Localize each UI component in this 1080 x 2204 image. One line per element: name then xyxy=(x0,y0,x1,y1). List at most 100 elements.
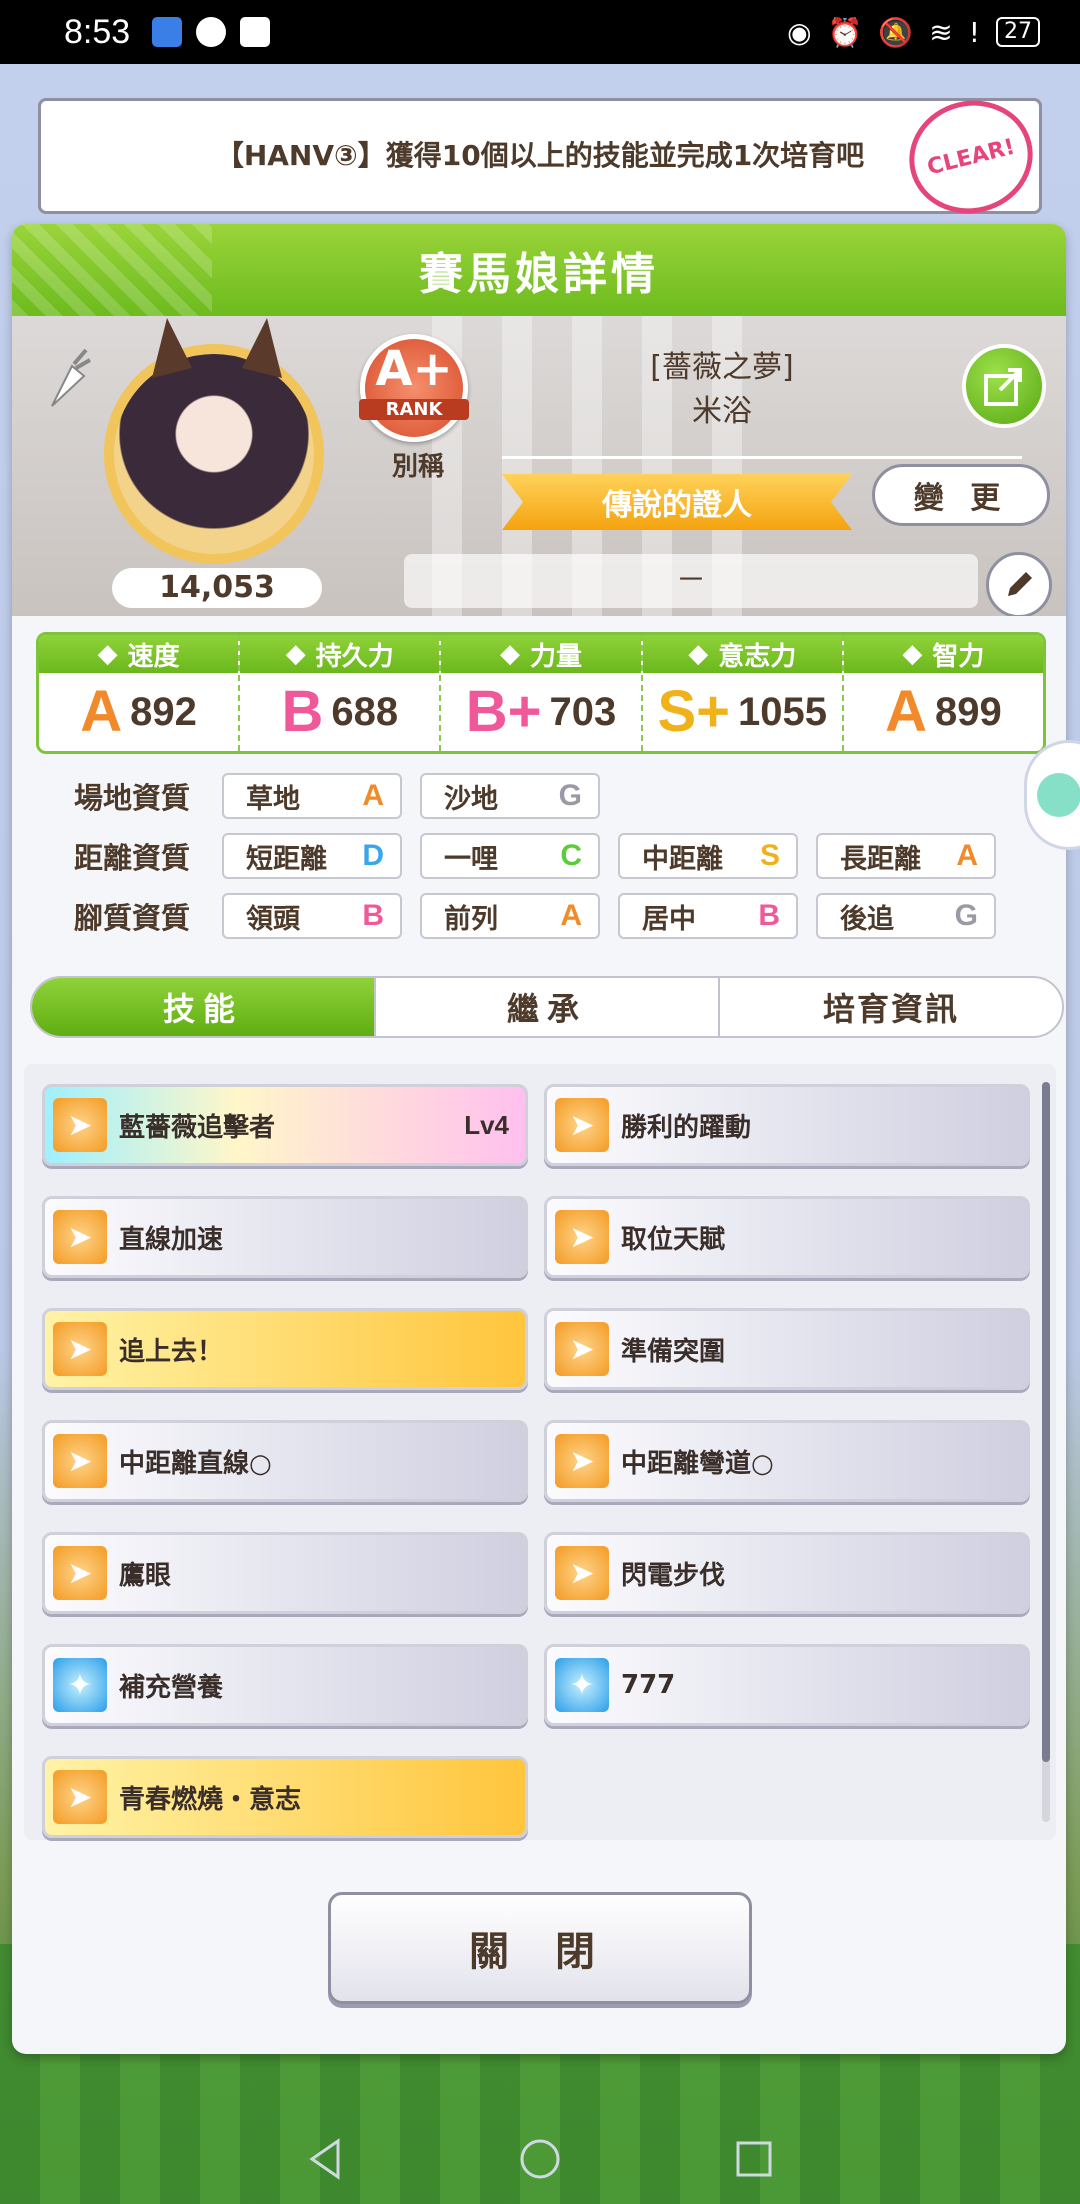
skill-name: 中距離直線○ xyxy=(119,1448,272,1479)
chat-icon xyxy=(1037,773,1080,817)
clear-stamp-icon: CLEAR! xyxy=(897,87,1045,227)
skill-name: 補充營養 xyxy=(119,1672,224,1703)
rank-grade: A+ xyxy=(375,341,453,397)
aptitude-grade: A xyxy=(362,779,384,812)
aptitude-name: 前列 xyxy=(444,903,498,935)
aptitude-chip: 長距離 A xyxy=(816,833,996,879)
stat-name: 力量 xyxy=(530,641,583,672)
stat-body: A 899 xyxy=(844,673,1043,751)
skill-icon: ➤ xyxy=(555,1098,609,1152)
aptitude-name: 長距離 xyxy=(840,843,921,875)
skill-icon: ➤ xyxy=(555,1210,609,1264)
skill-name: 勝利的躍動 xyxy=(621,1112,752,1143)
stat-0: ◆ 速度 A 892 xyxy=(39,635,241,751)
edit-comment-button[interactable] xyxy=(986,552,1052,616)
skill-card[interactable]: ➤ 青春燃燒・意志 xyxy=(42,1756,528,1838)
aptitude-distance-row: 距離資質 短距離 D 一哩 C 中距離 S 長距離 A xyxy=(42,832,1014,880)
share-icon xyxy=(984,368,1022,406)
close-button[interactable]: 關 閉 xyxy=(328,1892,752,2004)
aptitude-grade: A xyxy=(956,839,978,872)
skill-icon: ➤ xyxy=(555,1546,609,1600)
character-name: 米浴 xyxy=(692,394,752,429)
stat-body: A 892 xyxy=(39,673,238,751)
wechat-icon xyxy=(196,17,227,47)
skill-name: 中距離彎道○ xyxy=(621,1448,774,1479)
aptitude-chip: 後追 G xyxy=(816,893,996,939)
stat-grade: S+ xyxy=(657,679,730,744)
character-title: [薔薇之夢] 米浴 xyxy=(572,346,872,434)
umamusume-detail-panel: 賽馬娘詳情 14,053 A+ RANK 別稱 [薔薇之夢] 米浴 傳說的證人 … xyxy=(12,224,1066,2054)
carrot-icon xyxy=(51,348,91,407)
aptitude-grade: B xyxy=(362,899,384,932)
skill-name: 追上去！ xyxy=(119,1336,224,1367)
stat-header: ◆ 力量 xyxy=(441,635,641,673)
mission-banner[interactable]: 【HANV③】獲得10個以上的技能並完成1次培育吧 CLEAR! xyxy=(38,87,1045,227)
aptitude-style-row: 腳質資質 領頭 B 前列 A 居中 B 後追 G xyxy=(42,892,1014,940)
skill-card[interactable]: ➤ 中距離彎道○ xyxy=(544,1420,1030,1502)
stat-value: 892 xyxy=(130,689,197,734)
change-alias-button[interactable]: 變 更 xyxy=(872,464,1050,526)
aptitude-style-items: 領頭 B 前列 A 居中 B 後追 G xyxy=(222,893,1014,939)
profile-hero: 14,053 A+ RANK 別稱 [薔薇之夢] 米浴 傳說的證人 變 更 － xyxy=(12,316,1066,616)
stat-grade: A xyxy=(885,679,927,744)
back-icon[interactable] xyxy=(304,2137,348,2181)
skill-name: 藍薔薇追擊者 xyxy=(119,1112,276,1143)
skill-card[interactable]: ✦ 補充營養 xyxy=(42,1644,528,1726)
stat-4: ◆ 智力 A 899 xyxy=(843,635,1043,751)
tab-0[interactable]: 技能 xyxy=(32,978,376,1036)
scrollbar[interactable] xyxy=(1042,1082,1050,1822)
skill-card[interactable]: ➤ 追上去！ xyxy=(42,1308,528,1390)
stat-1: ◆ 持久力 B 688 xyxy=(240,635,442,751)
home-icon[interactable] xyxy=(518,2137,562,2181)
aptitude-grade: C xyxy=(560,839,582,872)
stat-name: 智力 xyxy=(932,641,985,672)
skill-card[interactable]: ➤ 藍薔薇追擊者 Lv4 xyxy=(42,1084,528,1166)
comment-box[interactable]: － xyxy=(404,554,978,608)
skill-name: 青春燃燒・意志 xyxy=(119,1784,302,1815)
aptitude-grade: G xyxy=(558,779,582,812)
alias-ribbon: 傳說的證人 xyxy=(502,474,852,530)
skill-name: 取位天賦 xyxy=(621,1224,726,1255)
skill-name: 777 xyxy=(621,1670,676,1700)
skill-card[interactable]: ➤ 勝利的躍動 xyxy=(544,1084,1030,1166)
aptitude-chip: 草地 A xyxy=(222,773,402,819)
nickname-label: 別稱 xyxy=(392,452,445,482)
aptitude-grade: D xyxy=(362,839,384,872)
alarm-icon: ⏰ xyxy=(827,15,863,49)
skill-card[interactable]: ➤ 直線加速 xyxy=(42,1196,528,1278)
skill-card[interactable]: ✦ 777 xyxy=(544,1644,1030,1726)
skill-card[interactable]: ➤ 準備突圍 xyxy=(544,1308,1030,1390)
shoe-icon: ◆ xyxy=(97,639,118,669)
aptitude-name: 居中 xyxy=(642,903,696,935)
stat-body: B 688 xyxy=(240,673,439,751)
skill-name: 鷹眼 xyxy=(119,1560,172,1591)
eye-icon: ◉ xyxy=(787,15,812,49)
huawei-icon xyxy=(240,17,271,47)
stat-name: 意志力 xyxy=(718,641,797,672)
aptitude-distance-items: 短距離 D 一哩 C 中距離 S 長距離 A xyxy=(222,833,1014,879)
skill-card[interactable]: ➤ 閃電步伐 xyxy=(544,1532,1030,1614)
heart-icon: ◆ xyxy=(285,639,306,669)
skill-icon: ➤ xyxy=(53,1546,107,1600)
mute-icon: 🔕 xyxy=(878,15,914,49)
recents-icon[interactable] xyxy=(732,2137,776,2181)
skill-card[interactable]: ➤ 中距離直線○ xyxy=(42,1420,528,1502)
skill-card[interactable]: ➤ 鷹眼 xyxy=(42,1532,528,1614)
wifi-icon: ≋ xyxy=(929,15,953,49)
aptitude-track-row: 場地資質 草地 A 沙地 G xyxy=(42,772,618,820)
share-button[interactable] xyxy=(962,344,1046,428)
skill-icon: ✦ xyxy=(555,1658,609,1712)
scrollbar-thumb[interactable] xyxy=(1042,1082,1050,1762)
tab-2[interactable]: 培育資訊 xyxy=(720,978,1062,1036)
horse-ears-icon xyxy=(152,318,282,378)
tab-1[interactable]: 繼承 xyxy=(376,978,720,1036)
stat-name: 持久力 xyxy=(315,641,394,672)
system-icons: ◉ ⏰ 🔕 ≋ ! 27 xyxy=(787,16,1040,49)
pencil-icon xyxy=(1008,572,1032,596)
fans-count: 14,053 xyxy=(112,568,322,608)
aptitude-chip: 領頭 B xyxy=(222,893,402,939)
aptitude-grade: G xyxy=(954,899,978,932)
stat-grade: A xyxy=(80,679,123,744)
app-icon xyxy=(152,17,183,47)
skill-card[interactable]: ➤ 取位天賦 xyxy=(544,1196,1030,1278)
